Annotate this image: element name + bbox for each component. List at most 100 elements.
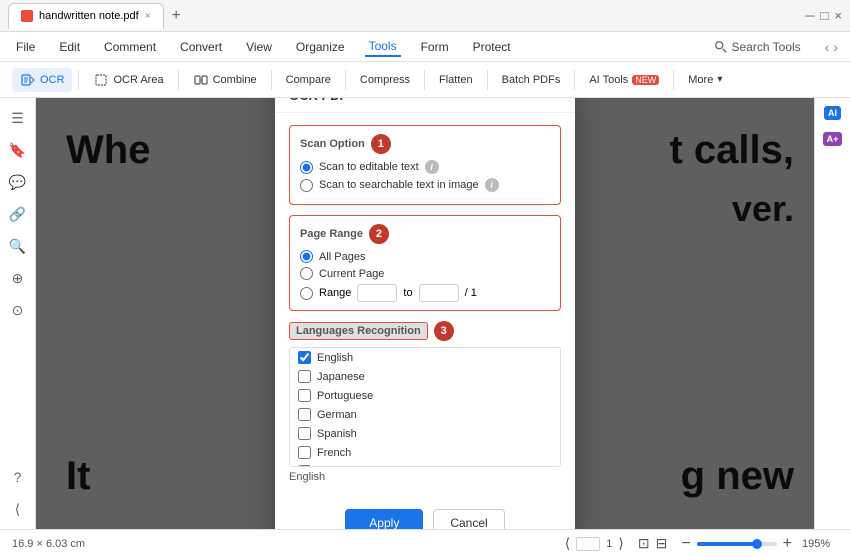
ocr-area-label: OCR Area [113,74,163,86]
menu-organize[interactable]: Organize [292,38,349,56]
sidebar-bookmark-icon[interactable]: 🔖 [6,138,30,162]
nav-arrows: ‹ › [825,39,838,55]
sep4 [345,70,346,90]
all-pages-option[interactable]: All Pages [300,250,550,263]
ocr-area-button[interactable]: OCR Area [85,68,171,92]
tab-close-btn[interactable]: × [145,11,151,22]
sep8 [673,70,674,90]
scan-searchable-radio[interactable] [300,179,313,192]
page-input[interactable] [576,537,600,551]
toolbar: OCR OCR Area Combine Compare Compress Fl… [0,62,850,98]
lang-german[interactable]: German [290,405,560,424]
lang-english[interactable]: English [290,348,560,367]
scan-editable-info-icon[interactable]: i [425,160,439,174]
sidebar-zoom-icon[interactable]: ⊕ [6,266,30,290]
sidebar-search-icon[interactable]: 🔍 [6,234,30,258]
page-label: 1 [606,538,612,550]
sidebar-menu-icon[interactable]: ☰ [6,106,30,130]
lang-french[interactable]: French [290,443,560,462]
sidebar-help-icon[interactable]: ? [6,465,30,489]
lang-french-label: French [317,447,351,459]
sep1 [78,70,79,90]
document-area: Whe t calls, ver. It g new OCR PDF × [36,98,814,529]
lang-italian[interactable]: Italian [290,462,560,467]
compress-label: Compress [360,74,410,86]
range-from-input[interactable] [357,284,397,302]
lang-italian-checkbox[interactable] [298,465,311,467]
search-tools[interactable]: Search Tools [714,40,801,54]
menu-protect[interactable]: Protect [469,38,515,56]
apply-button[interactable]: Apply [345,509,423,529]
sep7 [574,70,575,90]
ocr-area-icon [93,72,109,88]
lang-japanese-checkbox[interactable] [298,370,311,383]
lang-spanish[interactable]: Spanish [290,424,560,443]
new-tab-button[interactable]: + [168,7,185,25]
maximize-btn[interactable]: □ [821,8,829,23]
flatten-button[interactable]: Flatten [431,70,481,90]
search-tools-label: Search Tools [732,40,801,54]
modal-close-button[interactable]: × [543,98,561,104]
compress-button[interactable]: Compress [352,70,418,90]
step3-badge: 3 [434,321,454,341]
dimensions-label: 16.9 × 6.03 cm [12,538,85,550]
sidebar-expand-icon[interactable]: ⟨ [6,497,30,521]
lang-spanish-checkbox[interactable] [298,427,311,440]
ai-new-badge: NEW [632,75,659,85]
prev-page-btn[interactable]: ⟨ [565,535,570,552]
lang-japanese[interactable]: Japanese [290,367,560,386]
batch-pdfs-button[interactable]: Batch PDFs [494,70,569,90]
menu-form[interactable]: Form [417,38,453,56]
ai-tools-button[interactable]: AI Tools NEW [581,70,667,90]
next-page-btn[interactable]: ⟩ [618,535,623,552]
combine-button[interactable]: Combine [185,68,265,92]
zoom-out-btn[interactable]: − [681,535,690,553]
sidebar-comment-icon[interactable]: 💬 [6,170,30,194]
lang-english-checkbox[interactable] [298,351,311,364]
active-tab[interactable]: handwritten note.pdf × [8,3,164,29]
scan-editable-radio[interactable] [300,161,313,174]
ocr-button[interactable]: OCR [12,68,72,92]
close-btn[interactable]: × [834,8,842,23]
more-button[interactable]: More ▾ [680,70,730,90]
sidebar-link-icon[interactable]: 🔗 [6,202,30,226]
current-page-option[interactable]: Current Page [300,267,550,280]
a-plus-badge[interactable]: A+ [823,132,843,146]
fit-page-icon[interactable]: ⊡ [638,535,650,552]
menu-view[interactable]: View [242,38,276,56]
current-page-label: Current Page [319,268,384,280]
scan-editable-label: Scan to editable text [319,161,419,173]
zoom-slider[interactable] [697,542,777,546]
lang-spanish-label: Spanish [317,428,357,440]
lang-japanese-label: Japanese [317,371,365,383]
back-arrow[interactable]: ‹ [825,39,830,55]
sep5 [424,70,425,90]
forward-arrow[interactable]: › [833,39,838,55]
menu-file[interactable]: File [12,38,39,56]
menu-tools[interactable]: Tools [365,37,401,57]
lang-portuguese[interactable]: Portuguese [290,386,560,405]
compare-button[interactable]: Compare [278,70,339,90]
scan-searchable-info-icon[interactable]: i [485,178,499,192]
current-page-radio[interactable] [300,267,313,280]
minimize-btn[interactable]: ─ [805,8,814,23]
lang-english-label: English [317,352,353,364]
menu-comment[interactable]: Comment [100,38,160,56]
sidebar-layers-icon[interactable]: ⊙ [6,298,30,322]
lang-german-checkbox[interactable] [298,408,311,421]
cancel-button[interactable]: Cancel [433,509,504,529]
zoom-in-btn[interactable]: + [783,535,792,553]
scan-searchable-option[interactable]: Scan to searchable text in image i [300,178,550,192]
menu-edit[interactable]: Edit [55,38,84,56]
fit-width-icon[interactable]: ⊟ [656,535,668,552]
zoom-thumb[interactable] [752,539,762,549]
range-radio[interactable] [300,287,313,300]
lang-portuguese-checkbox[interactable] [298,389,311,402]
all-pages-radio[interactable] [300,250,313,263]
scan-editable-option[interactable]: Scan to editable text i [300,160,550,174]
menu-convert[interactable]: Convert [176,38,226,56]
lang-french-checkbox[interactable] [298,446,311,459]
ai-badge[interactable]: AI [824,106,841,120]
range-to-input[interactable] [419,284,459,302]
compare-label: Compare [286,74,331,86]
